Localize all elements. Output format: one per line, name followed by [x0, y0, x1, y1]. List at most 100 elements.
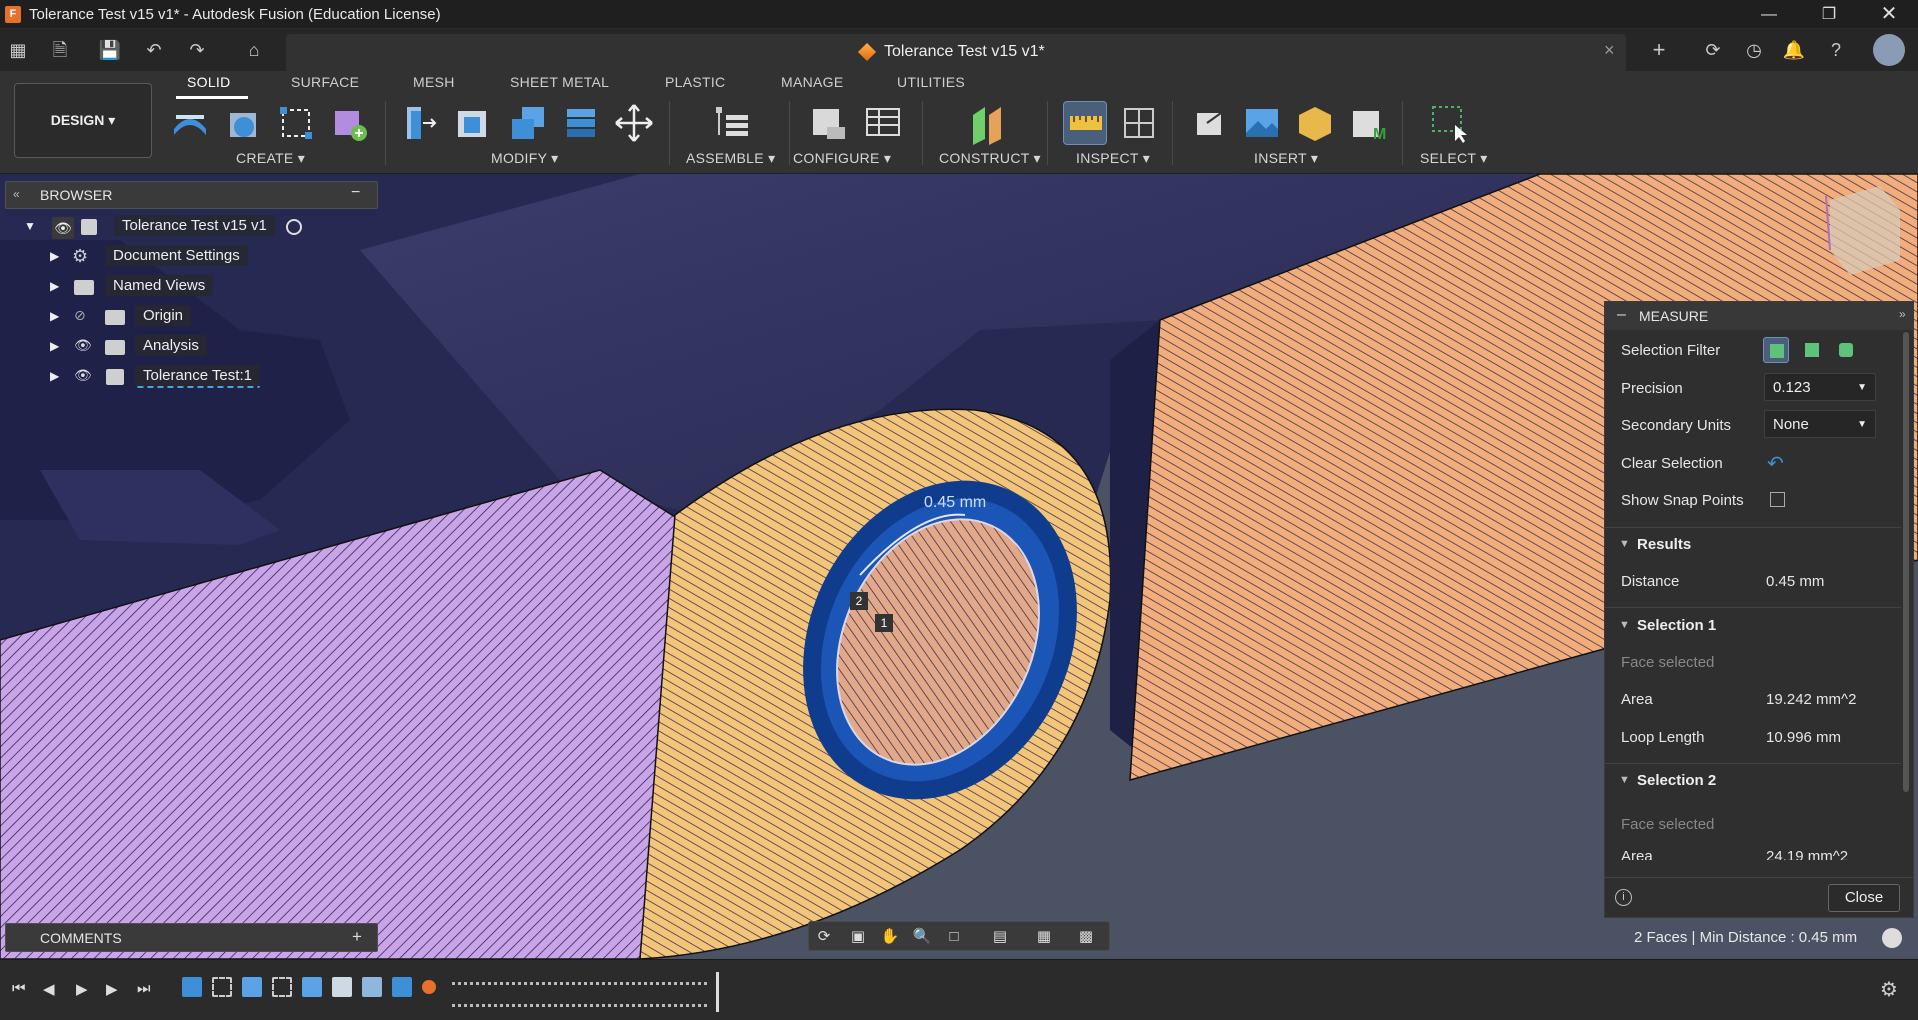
- modify-group-label[interactable]: MODIFY ▾: [491, 150, 559, 167]
- results-section[interactable]: Results: [1637, 536, 1691, 553]
- tab-mesh[interactable]: MESH: [413, 74, 455, 90]
- assemble-group-label[interactable]: ASSEMBLE ▾: [686, 150, 775, 167]
- precision-select[interactable]: 0.123 ▼: [1764, 373, 1876, 401]
- timeline-feature[interactable]: [332, 977, 352, 997]
- timeline-marker[interactable]: [716, 972, 719, 1012]
- extrude-sketch-icon[interactable]: [168, 101, 212, 145]
- offset-plane-icon[interactable]: [965, 101, 1009, 145]
- save-icon[interactable]: 💾: [97, 37, 123, 63]
- fit-icon[interactable]: □: [943, 926, 965, 948]
- zoom-icon[interactable]: 🔍: [911, 926, 933, 948]
- timeline-feature[interactable]: [362, 977, 382, 997]
- shell-icon[interactable]: [506, 101, 550, 145]
- interference-icon[interactable]: [1117, 101, 1161, 145]
- new-component-icon[interactable]: [327, 101, 371, 145]
- sketch-icon[interactable]: [274, 101, 318, 145]
- apps-grid-icon[interactable]: ▦: [5, 37, 31, 63]
- tab-solid[interactable]: SOLID: [187, 74, 231, 90]
- construct-group-label[interactable]: CONSTRUCT ▾: [939, 150, 1041, 167]
- timeline-sketch-markers[interactable]: [452, 1004, 707, 1012]
- recent-icon[interactable]: ◷: [1741, 37, 1767, 63]
- chevron-right-icon[interactable]: ▶: [50, 249, 59, 263]
- redo-icon[interactable]: ↷: [184, 37, 210, 63]
- help-icon[interactable]: ?: [1823, 37, 1849, 63]
- measure-icon[interactable]: [1063, 101, 1107, 145]
- revolve-icon[interactable]: [222, 101, 266, 145]
- first-step-icon[interactable]: ⏮: [12, 980, 26, 997]
- select-window-icon[interactable]: [1427, 101, 1471, 145]
- combine-icon[interactable]: [559, 101, 603, 145]
- display-settings-icon[interactable]: ▤: [989, 926, 1011, 948]
- info-icon[interactable]: i: [1615, 889, 1632, 906]
- add-comment-icon[interactable]: +: [352, 927, 362, 947]
- eye-icon[interactable]: 👁: [52, 217, 74, 239]
- create-group-label[interactable]: CREATE ▾: [236, 150, 305, 167]
- chevron-down-icon[interactable]: ▼: [1619, 619, 1630, 631]
- eye-icon[interactable]: 👁: [74, 337, 92, 354]
- canvas-icon[interactable]: [1240, 101, 1284, 145]
- show-snap-points-checkbox[interactable]: [1770, 492, 1785, 507]
- measure-scrollbar[interactable]: [1903, 332, 1909, 792]
- configure-icon[interactable]: [807, 101, 851, 145]
- timeline-feature[interactable]: [302, 977, 322, 997]
- insert-mesh-icon[interactable]: [1293, 101, 1337, 145]
- timeline-feature[interactable]: [182, 977, 202, 997]
- home-icon[interactable]: ⌂: [241, 37, 267, 63]
- fillet-icon[interactable]: [450, 101, 494, 145]
- chevron-right-icon[interactable]: ▶: [50, 369, 59, 383]
- configure-group-label[interactable]: CONFIGURE ▾: [793, 150, 891, 167]
- notifications-icon[interactable]: 🔔: [1781, 37, 1807, 63]
- status-icon[interactable]: [1882, 928, 1902, 948]
- secondary-units-select[interactable]: None ▼: [1764, 410, 1876, 438]
- filter-component-icon[interactable]: [1833, 337, 1859, 363]
- file-menu-icon[interactable]: 🗎: [47, 37, 73, 63]
- eye-hidden-icon[interactable]: ⊘: [74, 307, 86, 324]
- tab-surface[interactable]: SURFACE: [291, 74, 359, 90]
- comments-panel[interactable]: COMMENTS +: [5, 923, 378, 952]
- avatar[interactable]: [1873, 34, 1905, 66]
- select-group-label[interactable]: SELECT ▾: [1420, 150, 1488, 167]
- close-icon[interactable]: ✕: [1866, 0, 1912, 29]
- timeline-sketch-markers[interactable]: [452, 982, 707, 990]
- viewports-icon[interactable]: ▩: [1075, 926, 1097, 948]
- filter-body-icon[interactable]: [1763, 337, 1789, 363]
- insert-mcmaster-icon[interactable]: M: [1347, 101, 1391, 145]
- selection2-section[interactable]: Selection 2: [1637, 772, 1716, 789]
- assemble-joint-icon[interactable]: [708, 101, 752, 145]
- eye-icon[interactable]: 👁: [74, 367, 92, 384]
- chevron-right-icon[interactable]: ▶: [50, 339, 59, 353]
- undo-icon[interactable]: ↶: [141, 37, 167, 63]
- tab-plastic[interactable]: PLASTIC: [665, 74, 725, 90]
- chevron-down-icon[interactable]: ▼: [24, 219, 36, 233]
- chevron-right-icon[interactable]: ▶: [50, 309, 59, 323]
- minimize-icon[interactable]: —: [1746, 0, 1792, 29]
- chevron-down-icon[interactable]: ▼: [1619, 774, 1630, 786]
- grid-icon[interactable]: ▦: [1033, 926, 1055, 948]
- close-button[interactable]: Close: [1828, 884, 1900, 912]
- tab-sheet-metal[interactable]: SHEET METAL: [510, 74, 609, 90]
- collapse-browser-icon[interactable]: «: [13, 187, 20, 201]
- timeline-feature[interactable]: [272, 977, 292, 997]
- filter-face-icon[interactable]: [1799, 337, 1825, 363]
- timeline-feature[interactable]: [392, 977, 412, 997]
- next-step-icon[interactable]: ▶: [106, 980, 118, 998]
- previous-step-icon[interactable]: ◀: [43, 980, 55, 998]
- tab-utilities[interactable]: UTILITIES: [897, 74, 965, 90]
- timeline-settings-icon[interactable]: ⚙: [1880, 977, 1898, 1002]
- browser-panel-header[interactable]: « BROWSER −: [5, 181, 378, 209]
- expand-panel-icon[interactable]: »: [1899, 307, 1906, 321]
- timeline-feature[interactable]: [242, 977, 262, 997]
- tab-manage[interactable]: MANAGE: [781, 74, 843, 90]
- restore-icon[interactable]: ❐: [1806, 0, 1852, 29]
- insert-group-label[interactable]: INSERT ▾: [1254, 150, 1318, 167]
- browser-minimize-icon[interactable]: −: [351, 184, 360, 202]
- job-status-icon[interactable]: ⟳: [1700, 37, 1726, 63]
- timeline-feature[interactable]: [212, 977, 232, 997]
- measure-collapse-icon[interactable]: –: [1617, 306, 1626, 324]
- insert-derive-icon[interactable]: [1187, 101, 1231, 145]
- timeline-feature[interactable]: [422, 980, 436, 994]
- workspace-switcher-button[interactable]: DESIGN ▾: [14, 83, 152, 158]
- tab-document[interactable]: Tolerance Test v15 v1* ×: [286, 34, 1626, 71]
- move-icon[interactable]: [612, 101, 656, 145]
- clear-selection-icon[interactable]: ↶: [1767, 451, 1784, 476]
